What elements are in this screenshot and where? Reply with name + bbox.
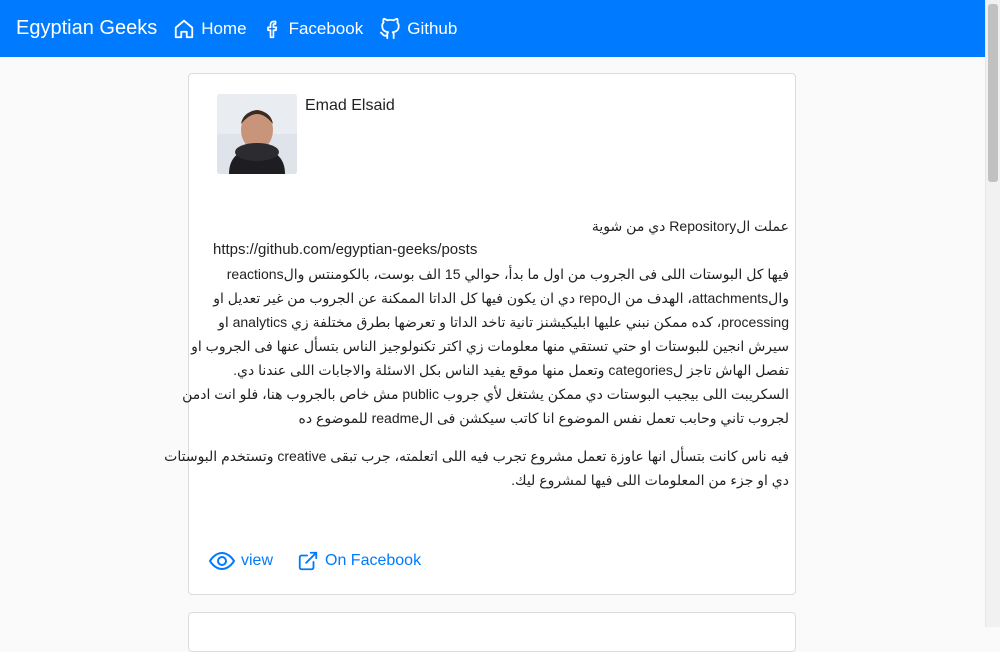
- avatar-photo: [217, 94, 297, 174]
- github-icon: [380, 17, 400, 39]
- nav-github[interactable]: Github: [379, 17, 458, 40]
- scrollbar-thumb[interactable]: [988, 4, 998, 182]
- nav-home[interactable]: Home: [173, 18, 247, 40]
- post-line: تفصل الهاش تاجز لcategories وتعمل منها م…: [233, 362, 789, 378]
- brand-title[interactable]: Egyptian Geeks: [16, 17, 157, 40]
- eye-icon: [209, 551, 235, 571]
- post-line: processing، كده ممكن نبني عليها ابليكيشن…: [218, 314, 789, 330]
- post-card: Emad Elsaid عملت الRepository دي من شوية…: [164, 73, 796, 595]
- post-line: والattachments، الهدف من الrepo دي ان يك…: [213, 290, 789, 306]
- on-facebook-link[interactable]: On Facebook: [297, 550, 421, 572]
- nav-facebook-label: Facebook: [288, 18, 364, 38]
- nav-facebook[interactable]: Facebook: [263, 18, 364, 40]
- author-avatar: [217, 94, 297, 174]
- post-line: فيها كل البوستات اللى فى الجروب من اول م…: [226, 266, 789, 282]
- post-line: فيه ناس كانت بتسأل انها عاوزة تعمل مشروع…: [164, 448, 789, 464]
- nav-home-label: Home: [201, 18, 247, 38]
- post-body: عملت الRepository دي من شوية https://git…: [164, 214, 789, 492]
- home-icon: [175, 19, 194, 38]
- facebook-icon: [266, 20, 277, 38]
- post-line: سيرش انجين للبوستات او حتي تستقي منها مع…: [191, 338, 789, 354]
- next-post-card: [188, 612, 796, 652]
- top-navbar: Egyptian Geeks Home Facebook Github: [0, 0, 986, 57]
- view-link[interactable]: view: [209, 550, 273, 572]
- post-line: لجروب تاني وحابب تعمل نفس الموضوع انا كا…: [298, 410, 789, 426]
- post-line: دي او جزء من المعلومات اللى فيها لمشروع …: [511, 472, 789, 488]
- post-actions: view On Facebook: [209, 550, 445, 572]
- author-name[interactable]: Emad Elsaid: [305, 97, 395, 115]
- on-facebook-label: On Facebook: [325, 552, 422, 569]
- post-link[interactable]: https://github.com/egyptian-geeks/posts: [209, 238, 789, 262]
- page-scrollbar[interactable]: [985, 0, 1000, 627]
- post-line: عملت الRepository دي من شوية: [591, 218, 789, 234]
- post-line: السكريبت اللى بيجيب البوستات دي ممكن يشت…: [182, 386, 789, 402]
- external-link-icon: [298, 551, 318, 571]
- nav-github-label: Github: [407, 18, 458, 38]
- view-label: view: [241, 552, 274, 569]
